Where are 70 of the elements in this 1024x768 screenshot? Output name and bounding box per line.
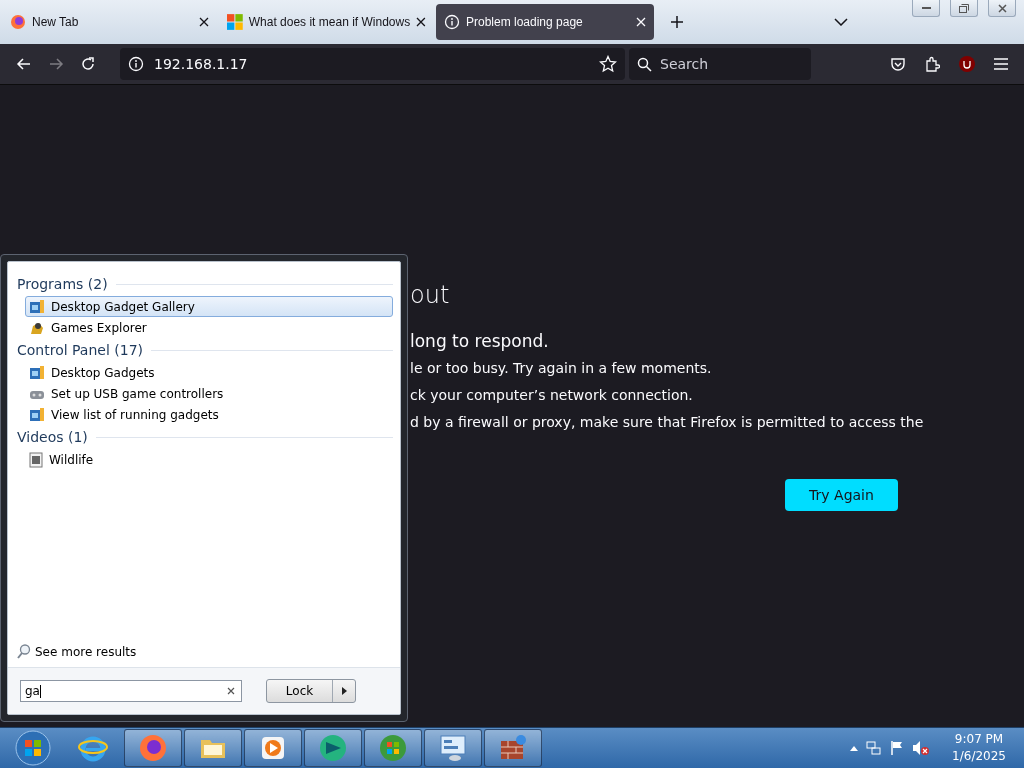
info-icon — [444, 14, 460, 30]
browser-tab[interactable]: New Tab — [2, 4, 217, 40]
search-result[interactable]: Games Explorer — [25, 317, 393, 338]
close-icon[interactable] — [199, 17, 209, 27]
menu-icon[interactable] — [994, 58, 1008, 70]
windows-update-icon[interactable] — [378, 733, 408, 763]
extensions-icon[interactable] — [924, 56, 940, 72]
media-player-icon[interactable] — [259, 734, 287, 762]
triangle-right-icon — [341, 687, 347, 695]
forward-arrow-icon — [48, 56, 64, 72]
restore-button[interactable] — [950, 0, 978, 17]
network-icon[interactable] — [866, 740, 883, 756]
info-icon[interactable] — [128, 56, 144, 72]
new-tab-icon[interactable] — [670, 15, 684, 29]
browser-tab[interactable]: What does it mean if Windows — [219, 4, 434, 40]
close-icon — [997, 3, 1007, 13]
app-icon[interactable] — [317, 732, 349, 764]
search-result[interactable]: Desktop Gadget Gallery — [25, 296, 393, 317]
search-result[interactable]: Wildlife — [25, 449, 393, 470]
search-icon — [17, 644, 31, 659]
firefox-icon — [10, 14, 26, 30]
muted-speaker-icon[interactable] — [912, 740, 931, 756]
firefox-icon[interactable] — [138, 733, 168, 763]
flag-icon[interactable] — [890, 740, 905, 756]
taskbar-button[interactable] — [244, 729, 302, 767]
section-heading: Programs (2) — [17, 276, 108, 292]
reload-icon — [80, 56, 96, 72]
error-hint: le or too busy. Try again in a few moments. — [410, 360, 713, 378]
gadget-icon — [29, 406, 45, 423]
section-heading: Videos (1) — [17, 429, 88, 445]
search-icon — [637, 56, 652, 72]
star-icon[interactable] — [599, 55, 617, 73]
search-result[interactable]: Set up USB game controllers — [25, 383, 393, 404]
taskbar-button[interactable] — [364, 729, 422, 767]
section-heading: Control Panel (17) — [17, 342, 143, 358]
pocket-icon[interactable] — [890, 56, 906, 72]
close-button[interactable] — [988, 0, 1016, 17]
control-panel-icon[interactable] — [438, 733, 468, 763]
gadget-icon — [29, 298, 45, 315]
minimize-icon — [921, 6, 931, 10]
caret-up-icon[interactable] — [850, 745, 859, 751]
taskbar-button[interactable] — [124, 729, 182, 767]
video-file-icon — [29, 451, 43, 468]
close-icon[interactable] — [416, 17, 426, 27]
search-field[interactable]: ga — [20, 680, 242, 702]
back-arrow-icon — [16, 56, 32, 72]
clock[interactable]: 9:07 PM 1/6/2025 — [952, 731, 1006, 765]
browser-tab[interactable]: Problem loading page — [436, 4, 654, 40]
error-title: out — [410, 281, 451, 309]
search-result[interactable]: View list of running gadgets — [25, 404, 393, 425]
chevron-down-icon[interactable] — [834, 18, 848, 26]
restore-icon — [959, 3, 969, 13]
taskbar-button[interactable] — [484, 729, 542, 767]
try-again-button[interactable]: Try Again — [785, 479, 898, 511]
taskbar-button[interactable] — [424, 729, 482, 767]
minimize-button[interactable] — [912, 0, 940, 17]
search-result[interactable]: Desktop Gadgets — [25, 362, 393, 383]
clear-icon[interactable] — [227, 687, 235, 695]
start-orb-icon[interactable] — [14, 729, 52, 767]
error-hint: d by a firewall or proxy, make sure that Firefox is permitted to access the — [410, 414, 925, 432]
search-field[interactable]: Search — [629, 48, 811, 80]
taskbar-button[interactable] — [304, 729, 362, 767]
error-subtitle: long to respond. — [410, 331, 550, 353]
taskbar-button[interactable] — [184, 729, 242, 767]
ublock-icon[interactable] — [958, 55, 976, 73]
gadget-icon — [29, 364, 45, 381]
windows-logo-icon — [227, 14, 243, 30]
see-more-results-link[interactable]: See more results — [35, 644, 137, 659]
error-hint: ck your computer’s network connection. — [410, 387, 694, 405]
address-bar[interactable]: 192.168.1.17 — [120, 48, 625, 80]
